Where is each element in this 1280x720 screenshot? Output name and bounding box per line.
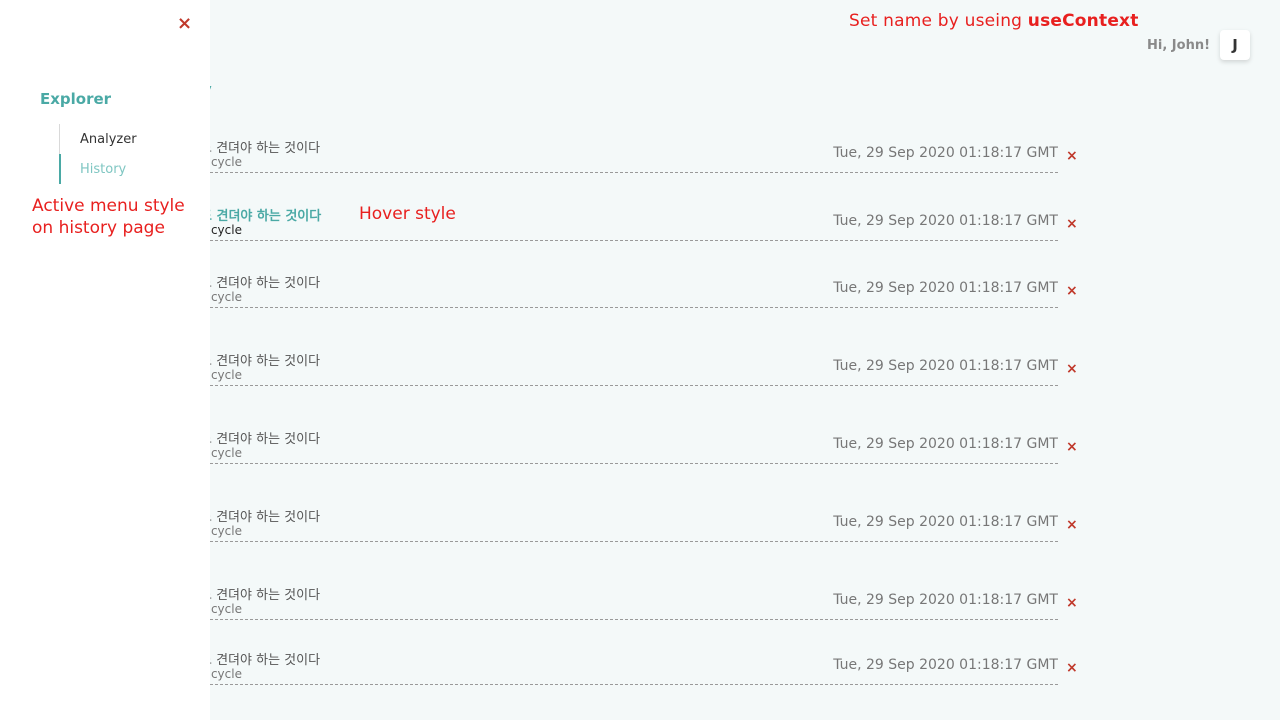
history-date: Tue, 29 Sep 2020 01:18:17 GMT: [833, 514, 1058, 530]
close-icon[interactable]: ×: [177, 15, 195, 33]
active-menu-annotation: Active menu style on history page: [32, 196, 185, 238]
row-divider: [200, 619, 1058, 620]
history-row[interactable]: 도 견뎌야 하는 것이다 bicycle Tue, 29 Sep 2020 01…: [200, 350, 1078, 398]
sidebar-item-label: Analyzer: [80, 131, 137, 147]
history-date: Tue, 29 Sep 2020 01:18:17 GMT: [833, 358, 1058, 374]
history-row[interactable]: 도 견뎌야 하는 것이다 bicycle Tue, 29 Sep 2020 01…: [200, 506, 1078, 554]
menu-indicator-active: [59, 154, 61, 184]
history-date: Tue, 29 Sep 2020 01:18:17 GMT: [833, 592, 1058, 608]
delete-icon[interactable]: ×: [1066, 518, 1078, 532]
history-title: 도 견뎌야 하는 것이다: [200, 510, 321, 525]
history-title: 도 견뎌야 하는 것이다: [200, 209, 322, 224]
row-divider: [200, 240, 1058, 241]
history-date: Tue, 29 Sep 2020 01:18:17 GMT: [833, 145, 1058, 161]
row-divider: [200, 463, 1058, 464]
sidebar: × Explorer Analyzer History Active menu …: [0, 0, 210, 720]
delete-icon[interactable]: ×: [1066, 149, 1078, 163]
history-date: Tue, 29 Sep 2020 01:18:17 GMT: [833, 436, 1058, 452]
delete-icon[interactable]: ×: [1066, 284, 1078, 298]
sidebar-item-analyzer[interactable]: Analyzer: [59, 124, 189, 154]
history-title: 도 견뎌야 하는 것이다: [200, 141, 321, 156]
history-row[interactable]: 도 견뎌야 하는 것이다 bicycle Tue, 29 Sep 2020 01…: [200, 428, 1078, 476]
sidebar-section-title: Explorer: [40, 90, 112, 108]
history-row[interactable]: 도 견뎌야 하는 것이다 bicycle Tue, 29 Sep 2020 01…: [200, 649, 1078, 697]
history-date: Tue, 29 Sep 2020 01:18:17 GMT: [833, 657, 1058, 673]
row-divider: [200, 172, 1058, 173]
menu-indicator: [59, 124, 60, 154]
row-divider: [200, 541, 1058, 542]
delete-icon[interactable]: ×: [1066, 596, 1078, 610]
sidebar-menu: Analyzer History: [59, 124, 189, 184]
history-date: Tue, 29 Sep 2020 01:18:17 GMT: [833, 213, 1058, 229]
delete-icon[interactable]: ×: [1066, 440, 1078, 454]
history-row[interactable]: 도 견뎌야 하는 것이다 bicycle Tue, 29 Sep 2020 01…: [200, 272, 1078, 320]
row-divider: [200, 684, 1058, 685]
history-title: 도 견뎌야 하는 것이다: [200, 432, 321, 447]
history-title: 도 견뎌야 하는 것이다: [200, 354, 321, 369]
delete-icon[interactable]: ×: [1066, 217, 1078, 231]
delete-icon[interactable]: ×: [1066, 362, 1078, 376]
delete-icon[interactable]: ×: [1066, 661, 1078, 675]
sidebar-item-label: History: [80, 161, 127, 177]
history-row[interactable]: 도 견뎌야 하는 것이다 bicycle Tue, 29 Sep 2020 01…: [200, 584, 1078, 632]
row-divider: [200, 385, 1058, 386]
history-title: 도 견뎌야 하는 것이다: [200, 588, 321, 603]
history-row[interactable]: 도 견뎌야 하는 것이다 bicycle Tue, 29 Sep 2020 01…: [200, 137, 1078, 185]
sidebar-item-history[interactable]: History: [59, 154, 189, 184]
history-title: 도 견뎌야 하는 것이다: [200, 276, 321, 291]
history-title: 도 견뎌야 하는 것이다: [200, 653, 321, 668]
history-row-hovered[interactable]: 도 견뎌야 하는 것이다 bicycle Tue, 29 Sep 2020 01…: [200, 205, 1078, 253]
history-date: Tue, 29 Sep 2020 01:18:17 GMT: [833, 280, 1058, 296]
hover-style-annotation: Hover style: [359, 204, 456, 224]
row-divider: [200, 307, 1058, 308]
